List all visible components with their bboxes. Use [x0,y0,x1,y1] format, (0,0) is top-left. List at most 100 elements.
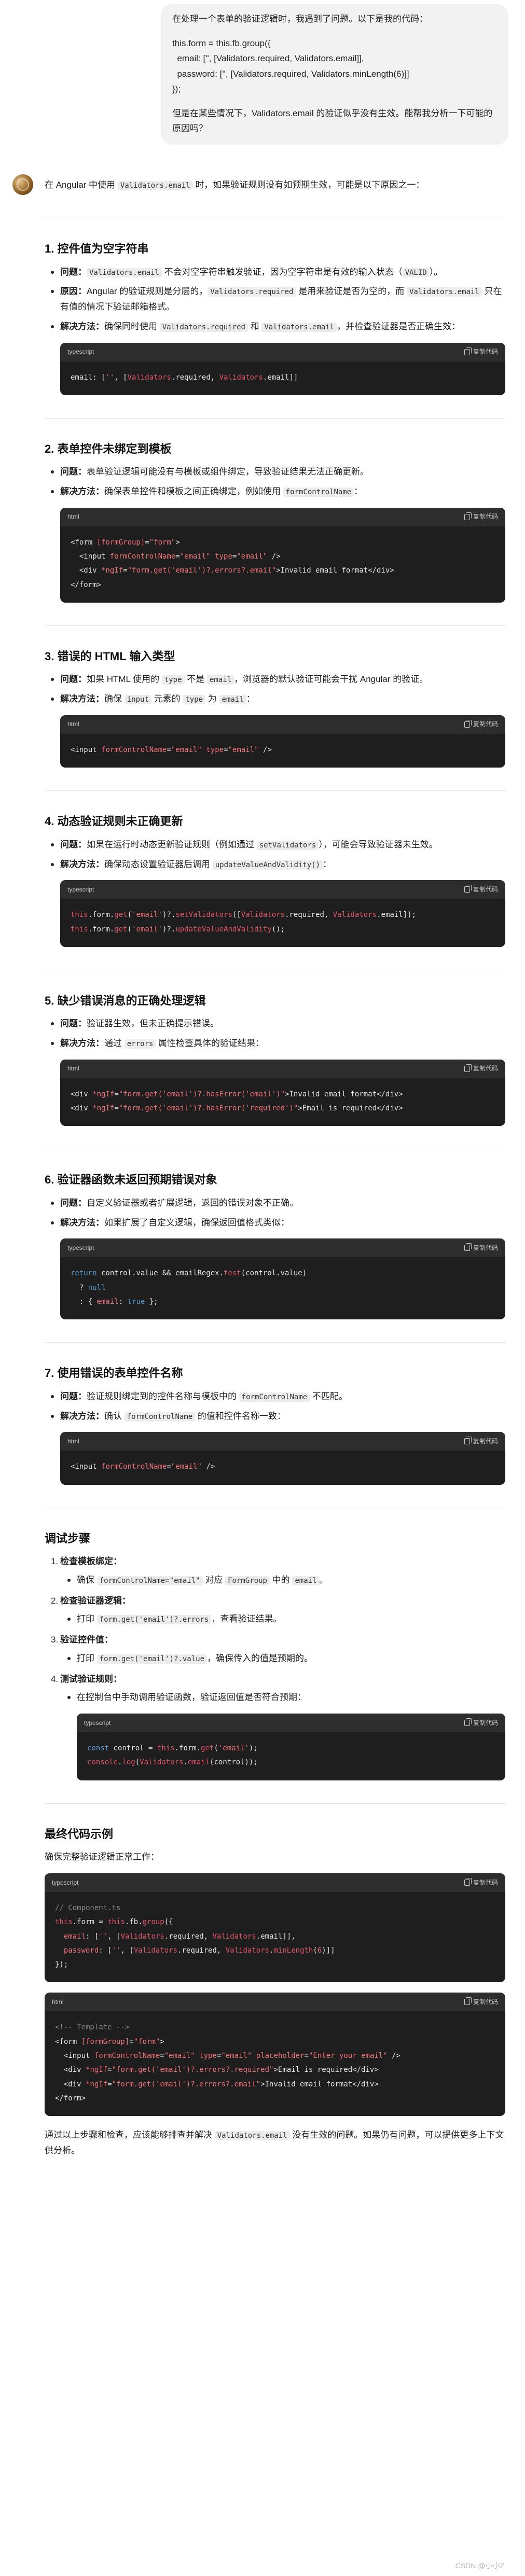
solution-item: 解决方法：确保同时使用 Validators.required 和 Valida… [45,319,505,335]
copy-icon [464,719,472,728]
copy-code-button[interactable]: 复制代码 [464,1877,498,1888]
closing-text: 通过以上步骤和检查，应该能够排查并解决 Validators.email 没有生… [45,2127,505,2159]
text: 确保动态设置验证器后调用 [104,859,213,869]
code-content: <input formControlName="email" /> [71,1463,215,1471]
text: 不匹配。 [310,1391,348,1401]
text: 确保表单控件和模板之间正确绑定，例如使用 [104,486,283,497]
copy-icon [464,1878,472,1886]
inline-code: email [207,675,234,685]
step-number: 4. [51,1674,59,1684]
answer-intro-row: 在 Angular 中使用 Validators.email 时，如果验证规则没… [12,174,505,195]
inline-code: setValidators [256,840,319,850]
copy-code-button[interactable]: 复制代码 [464,511,498,522]
label: 解决方法 [60,321,95,331]
text: 。 [319,1575,328,1585]
code-block: html 复制代码 <input formControlName="email" … [60,715,505,768]
code-block: typescript 复制代码 // Component.ts this.form… [45,1873,505,1983]
code-content: <div *ngIf="form.get('email')?.hasError(… [71,1090,403,1113]
code-block: typescript 复制代码 const control = this.form… [77,1714,505,1780]
code-content: const control = this.form.get('email'); … [87,1744,258,1767]
copy-label: 复制代码 [473,348,498,355]
code-block-header: html 复制代码 [60,507,505,526]
code-content: <form [formGroup]="form"> <input formCon… [71,538,394,589]
problem-item: 问题：自定义验证器或者扩展逻辑，返回的错误对象不正确。 [45,1195,505,1211]
label: 解决方法 [60,486,95,497]
text: 确保 [104,694,125,704]
code-language: typescript [67,1244,94,1251]
answer-intro: 在 Angular 中使用 Validators.email 时，如果验证规则没… [45,176,424,193]
problem-item: 问题：验证规则绑定到的控件名称与模板中的 formControlName 不匹配… [45,1389,505,1404]
copy-icon [464,347,472,355]
copy-code-button[interactable]: 复制代码 [464,1997,498,2008]
label: 问题 [60,674,78,685]
copy-icon [464,1243,472,1251]
step-number: 1. [51,1556,59,1567]
label: 原因 [60,286,78,297]
code-language: html [67,513,79,521]
inline-code: formControlName [283,488,354,497]
text: 如果在运行时动态更新验证规则（例如通过 [87,839,257,850]
code-block-header: typescript 复制代码 [45,1873,505,1892]
section-title: 3. 错误的 HTML 输入类型 [45,649,175,663]
step-detail: 打印 form.get('email')?.value ，确保传入的值是预期的。 [61,1651,505,1666]
text: ，并检查验证器是否正确生效： [337,321,461,331]
copy-icon [464,512,472,520]
solution-item: 解决方法：确保 input 元素的 type 为 email： [45,691,505,707]
solution-item: 解决方法 ： 确保表单控件和模板之间正确绑定，例如使用 formControlNam… [45,484,505,499]
section-3: 3. 错误的 HTML 输入类型 问题：如果 HTML 使用的 type 不是 … [45,647,505,768]
inline-code: email [292,1576,320,1585]
copy-code-button[interactable]: 复制代码 [464,1718,498,1729]
text: 验证规则绑定到的控件名称与模板中的 [87,1391,239,1401]
code-language: typescript [84,1719,111,1726]
text: 在控制台中手动调用验证函数，验证返回值是否符合预期： [77,1692,306,1703]
section-7: 7. 使用错误的表单控件名称 问题：验证规则绑定到的控件名称与模板中的 form… [45,1363,505,1485]
copy-icon [464,1997,472,2006]
copy-code-button[interactable]: 复制代码 [464,1243,498,1254]
inline-code: type [161,675,185,685]
text: Angular 的验证规则是分层的， [87,286,208,297]
label: 问题 [60,1019,78,1029]
problem-item: 问题：如果 HTML 使用的 type 不是 email ，浏览器的默认验证可能会… [45,672,505,687]
text: 为 [205,694,219,704]
user-code-line: this.form = this.fb.group({ [172,38,271,49]
inline-code: Validators.email [87,268,162,277]
section-5: 5. 缺少错误消息的正确处理逻辑 问题：验证器生效，但未正确提示错误。 解决方法… [45,991,505,1126]
text: ，确保传入的值是预期的。 [207,1653,313,1663]
code-block-header: html 复制代码 [60,1432,505,1451]
code-block: html 复制代码 <div *ngIf="form.get('email')?.… [60,1059,505,1126]
copy-code-button[interactable]: 复制代码 [464,346,498,357]
label: 解决方法 [60,1038,95,1049]
inline-code: formControlName [239,1392,310,1402]
section-title: 最终代码示例 [45,1827,114,1841]
copy-code-button[interactable]: 复制代码 [464,1063,498,1074]
copy-label: 复制代码 [473,1878,498,1886]
text: ： [323,859,332,869]
divider [45,625,505,626]
code-language: typescript [67,885,94,893]
code-block: html 复制代码 <!-- Template --> <form [formGr… [45,1993,505,2117]
copy-label: 复制代码 [473,885,498,893]
label: 解决方法 [60,1217,95,1228]
copy-label: 复制代码 [473,1244,498,1251]
copy-code-button[interactable]: 复制代码 [464,719,498,730]
code-block-header: typescript 复制代码 [77,1714,505,1733]
inline-code: Validators.email [214,2131,290,2141]
text: 对应 [202,1575,226,1585]
text: 自定义验证器或者扩展逻辑，返回的错误对象不正确。 [87,1198,298,1208]
copy-code-button[interactable]: 复制代码 [464,1436,498,1447]
problem-item: 问题：验证器生效，但未正确提示错误。 [45,1016,505,1032]
assistant-avatar [12,174,33,195]
inline-code: Validators.required [159,322,248,332]
step-number: 3. [51,1635,59,1645]
chat-page: 在处理一个表单的验证逻辑时，我遇到了问题。以下是我的代码： this.form … [0,0,525,2576]
text: 通过 [104,1038,125,1049]
copy-icon [464,1064,472,1072]
text: 打印 [77,1614,97,1624]
inline-code: updateValueAndValidity() [212,860,323,870]
inline-code: FormGroup [225,1576,270,1585]
text: 打印 [77,1653,97,1663]
inline-code: type [183,695,206,705]
copy-code-button[interactable]: 复制代码 [464,884,498,895]
assistant-answer: 在 Angular 中使用 Validators.email 时，如果验证规则没… [12,174,505,2159]
step-colon: ： [113,1556,122,1567]
